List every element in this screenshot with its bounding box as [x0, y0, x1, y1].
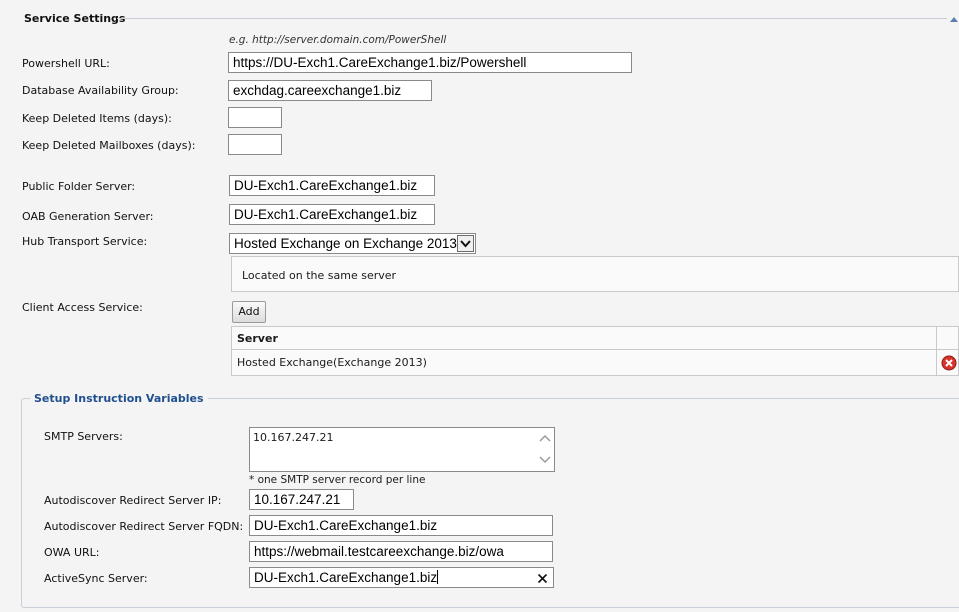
activesync-input[interactable]: DU-Exch1.CareExchange1.biz: [249, 567, 554, 588]
oab-generation-server-input[interactable]: DU-Exch1.CareExchange1.biz: [229, 204, 435, 225]
text-cursor: [437, 570, 439, 584]
keep-deleted-mailboxes-input[interactable]: [228, 134, 282, 155]
caret-up-icon[interactable]: [949, 13, 959, 22]
table-header-row: Server: [232, 327, 958, 350]
clear-icon[interactable]: [537, 571, 548, 587]
public-folder-server-input[interactable]: DU-Exch1.CareExchange1.biz: [229, 175, 435, 196]
hub-transport-note: Located on the same server: [242, 269, 397, 282]
smtp-servers-label: SMTP Servers:: [44, 430, 123, 443]
dag-label: Database Availability Group:: [22, 84, 179, 97]
hub-transport-select[interactable]: Hosted Exchange on Exchange 2013: [229, 233, 476, 254]
autodiscover-ip-label: Autodiscover Redirect Server IP:: [44, 494, 222, 507]
dag-input[interactable]: exchdag.careexchange1.biz: [228, 80, 432, 101]
table-header-server: Server: [237, 332, 278, 345]
client-access-label: Client Access Service:: [22, 301, 143, 314]
autodiscover-ip-input[interactable]: 10.167.247.21: [249, 489, 354, 510]
client-access-table: Server Hosted Exchange(Exchange 2013): [231, 326, 959, 376]
powershell-url-label: Powershell URL:: [22, 57, 110, 70]
public-folder-server-label: Public Folder Server:: [22, 180, 136, 193]
keep-deleted-items-label: Keep Deleted Items (days):: [22, 112, 172, 125]
setup-instruction-title: Setup Instruction Variables: [30, 392, 208, 405]
chevron-down-icon[interactable]: [457, 235, 474, 252]
hub-transport-note-box: Located on the same server: [231, 256, 959, 292]
owa-url-label: OWA URL:: [44, 546, 100, 559]
table-header-divider: [936, 327, 937, 349]
autodiscover-fqdn-input[interactable]: DU-Exch1.CareExchange1.biz: [249, 515, 553, 536]
smtp-servers-hint: * one SMTP server record per line: [249, 474, 426, 486]
smtp-servers-value: 10.167.247.21: [253, 431, 334, 444]
hub-transport-selected: Hosted Exchange on Exchange 2013: [234, 236, 457, 251]
add-server-button[interactable]: Add: [232, 301, 266, 323]
oab-generation-server-label: OAB Generation Server:: [22, 210, 154, 223]
powershell-url-input[interactable]: https://DU-Exch1.CareExchange1.biz/Power…: [228, 52, 632, 73]
section-divider: [117, 18, 947, 19]
activesync-label: ActiveSync Server:: [44, 572, 148, 585]
delete-icon[interactable]: [941, 355, 957, 371]
owa-url-input[interactable]: https://webmail.testcareexchange.biz/owa: [249, 541, 553, 562]
smtp-servers-textarea[interactable]: 10.167.247.21: [249, 427, 555, 472]
service-settings-title: Service Settings: [24, 12, 126, 25]
table-row: Hosted Exchange(Exchange 2013): [232, 350, 958, 376]
scroll-up-icon[interactable]: [539, 432, 551, 445]
powershell-url-hint: e.g. http://server.domain.com/PowerShell: [229, 34, 447, 46]
hub-transport-label: Hub Transport Service:: [22, 235, 148, 248]
autodiscover-fqdn-label: Autodiscover Redirect Server FQDN:: [44, 520, 244, 533]
keep-deleted-items-input[interactable]: [228, 107, 282, 128]
activesync-value: DU-Exch1.CareExchange1.biz: [254, 570, 438, 585]
scroll-down-icon[interactable]: [539, 454, 551, 467]
table-cell-server: Hosted Exchange(Exchange 2013): [237, 356, 427, 369]
keep-deleted-mailboxes-label: Keep Deleted Mailboxes (days):: [22, 139, 196, 152]
table-cell-divider: [936, 350, 937, 376]
